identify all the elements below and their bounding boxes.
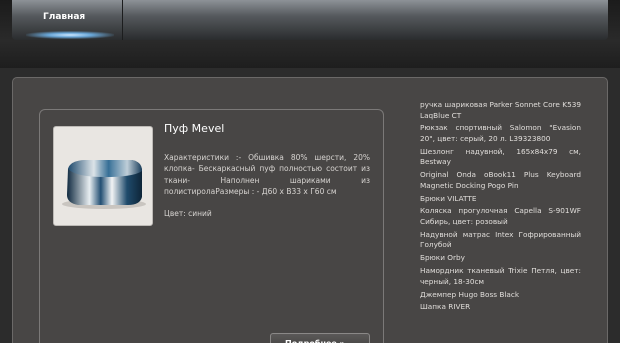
sidebar-link[interactable]: ручка шариковая Parker Sonnet Core K539 … [420,100,581,121]
nav-item-label: Главная [43,12,86,22]
sidebar-link[interactable]: Коляска прогулочная Capella S-901WF Сиби… [420,206,581,227]
sidebar-link[interactable]: Original Onda oBook11 Plus Keyboard Magn… [420,170,581,191]
sidebar-link[interactable]: Шезлонг надувной, 165х84х79 см, Bestway [420,147,581,168]
product-color: Цвет: синий [164,209,212,218]
more-button[interactable]: Подробнее » [270,333,370,343]
nav-divider [122,0,123,40]
sidebar-link[interactable]: Надувной матрас Intex Гофрированный Голу… [420,230,581,251]
pouf-image-icon[interactable] [53,126,153,226]
sidebar-link[interactable]: Джемпер Hugo Boss Black [420,290,581,301]
sidebar-link[interactable]: Рюкзак спортивный Salomon "Evasion 20", … [420,123,581,144]
pouf-image [62,160,146,209]
sidebar-links: ручка шариковая Parker Sonnet Core K539 … [420,100,581,315]
sidebar-link[interactable]: Намордник тканевый Trixie Петля, цвет: ч… [420,266,581,287]
header-bar: Главная [0,0,620,68]
main-nav: Главная [12,0,608,40]
nav-active-indicator [26,31,114,39]
product-description: Характеристики :- Обшивка 80% шерсти, 20… [164,153,370,197]
sidebar-link[interactable]: Брюки VILATTE [420,194,581,205]
sidebar-link[interactable]: Брюки Orby [420,253,581,264]
product-title[interactable]: Пуф Mevel [164,122,224,135]
sidebar-link[interactable]: Шапка RIVER [420,302,581,313]
